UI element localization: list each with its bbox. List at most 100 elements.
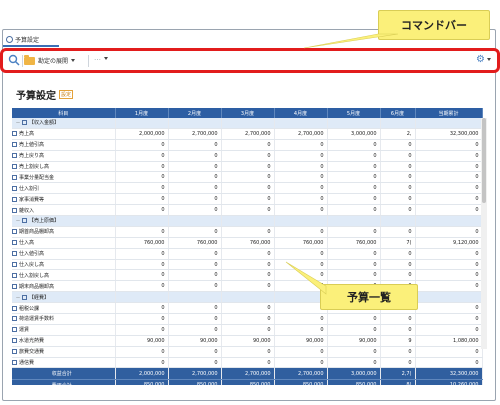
amount-cell[interactable]: 0 xyxy=(221,193,275,206)
amount-cell[interactable] xyxy=(380,118,416,129)
amount-cell[interactable] xyxy=(415,215,483,227)
amount-cell[interactable] xyxy=(115,118,169,129)
table-row[interactable]: 旅費交通費 0 0 0 0 0 0 0 xyxy=(12,346,483,358)
table-row[interactable]: 売上高 2,000,000 2,700,000 2,700,000 2,700,000 3… xyxy=(12,128,483,140)
amount-cell[interactable]: 0 xyxy=(115,161,169,173)
amount-cell[interactable]: 0 xyxy=(221,171,275,184)
amount-cell[interactable] xyxy=(168,118,222,129)
amount-cell[interactable]: 0 xyxy=(327,204,381,217)
amount-cell[interactable]: 0 xyxy=(221,248,275,260)
amount-cell[interactable]: 0 xyxy=(115,259,169,271)
amount-cell[interactable]: 0 xyxy=(274,161,328,173)
amount-cell[interactable]: 0 xyxy=(274,324,328,336)
amount-cell[interactable]: 0 xyxy=(415,226,483,238)
amount-cell[interactable] xyxy=(168,215,222,227)
amount-cell[interactable]: 0 xyxy=(327,346,381,358)
amount-cell[interactable]: 0 xyxy=(221,302,275,315)
amount-cell[interactable]: 0 xyxy=(115,204,169,217)
amount-cell[interactable]: 0 xyxy=(274,139,328,151)
amount-cell[interactable]: 0 xyxy=(380,204,416,217)
checkbox[interactable] xyxy=(22,120,27,126)
amount-cell[interactable]: 0 xyxy=(380,161,416,173)
amount-cell[interactable]: 0 xyxy=(274,204,328,217)
amount-cell[interactable] xyxy=(221,118,275,129)
amount-cell[interactable]: 0 xyxy=(274,171,328,184)
amount-cell[interactable]: 0 xyxy=(327,248,381,260)
amount-cell[interactable]: 0 xyxy=(274,346,328,358)
amount-cell[interactable] xyxy=(168,291,222,304)
amount-cell[interactable]: 2,700,000 xyxy=(274,128,328,140)
table-row[interactable]: 売上割戻し高 0 0 0 0 0 0 0 xyxy=(12,161,483,173)
amount-cell[interactable]: 0 xyxy=(380,171,416,184)
more-menu[interactable]: … xyxy=(94,54,108,62)
amount-cell[interactable]: 0 xyxy=(168,248,222,260)
checkbox[interactable] xyxy=(12,251,17,257)
amount-cell[interactable]: 0 xyxy=(415,139,483,151)
amount-cell[interactable]: 7( xyxy=(380,237,416,249)
amount-cell[interactable]: 0 xyxy=(327,150,381,162)
checkbox[interactable] xyxy=(12,207,17,213)
amount-cell[interactable]: 0 xyxy=(415,269,483,282)
amount-cell[interactable]: 760,000 xyxy=(327,237,381,249)
amount-cell[interactable]: 0 xyxy=(327,182,381,195)
amount-cell[interactable]: 0 xyxy=(115,226,169,238)
column-header[interactable]: 科目 xyxy=(12,108,116,118)
table-group-row[interactable]: — 【売上原価】 xyxy=(12,215,483,227)
amount-cell[interactable]: 0 xyxy=(221,259,275,271)
amount-cell[interactable]: 0 xyxy=(115,357,169,369)
amount-cell[interactable]: 0 xyxy=(115,324,169,336)
checkbox[interactable] xyxy=(12,327,17,333)
amount-cell[interactable]: 0 xyxy=(168,204,222,217)
amount-cell[interactable] xyxy=(415,118,483,129)
checkbox[interactable] xyxy=(12,360,17,366)
amount-cell[interactable]: 760,000 xyxy=(115,237,169,249)
amount-cell[interactable]: 0 xyxy=(115,313,169,325)
amount-cell[interactable]: 0 xyxy=(327,193,381,206)
checkbox[interactable] xyxy=(12,229,17,235)
amount-cell[interactable]: 0 xyxy=(168,313,222,325)
amount-cell[interactable]: 0 xyxy=(327,269,381,282)
column-header[interactable]: 4月度 xyxy=(274,108,328,118)
amount-cell[interactable]: 0 xyxy=(327,357,381,369)
amount-cell[interactable]: 90,000 xyxy=(274,335,328,347)
checkbox[interactable] xyxy=(12,164,17,169)
amount-cell[interactable]: 760,000 xyxy=(274,237,328,249)
amount-cell[interactable]: 760,000 xyxy=(221,237,275,249)
amount-cell[interactable]: 0 xyxy=(380,259,416,271)
amount-cell[interactable]: 0 xyxy=(221,139,275,151)
account-expand-dropdown[interactable]: 勘定の展開 xyxy=(24,54,76,67)
amount-cell[interactable]: 0 xyxy=(115,171,169,184)
checkbox[interactable] xyxy=(12,240,17,246)
vertical-scrollbar[interactable] xyxy=(481,118,487,349)
amount-cell[interactable]: 90,000 xyxy=(115,335,169,347)
column-header[interactable]: 1月度 xyxy=(115,108,169,118)
amount-cell[interactable]: 0 xyxy=(168,280,222,293)
amount-cell[interactable]: 0 xyxy=(327,313,381,325)
amount-cell[interactable]: 0 xyxy=(115,182,169,195)
amount-cell[interactable]: 0 xyxy=(168,357,222,369)
amount-cell[interactable]: 0 xyxy=(380,226,416,238)
amount-cell[interactable]: 0 xyxy=(221,269,275,282)
table-row[interactable]: 通信費 0 0 0 0 0 0 0 xyxy=(12,357,483,369)
amount-cell[interactable]: 0 xyxy=(221,346,275,358)
amount-cell[interactable]: 0 xyxy=(380,269,416,282)
amount-cell[interactable] xyxy=(327,215,381,227)
table-row[interactable]: 事業分量配当金 0 0 0 0 0 0 0 xyxy=(12,171,483,184)
amount-cell[interactable]: 0 xyxy=(415,161,483,173)
amount-cell[interactable]: 0 xyxy=(221,161,275,173)
amount-cell[interactable]: 0 xyxy=(274,226,328,238)
amount-cell[interactable]: 0 xyxy=(221,324,275,336)
checkbox[interactable] xyxy=(22,294,27,300)
checkbox[interactable] xyxy=(12,174,17,180)
column-header[interactable]: 当期累計 xyxy=(415,108,483,118)
amount-cell[interactable]: 0 xyxy=(327,139,381,151)
table-row[interactable]: 雑収入 0 0 0 0 0 0 0 xyxy=(12,204,483,217)
amount-cell[interactable]: 0 xyxy=(415,150,483,162)
amount-cell[interactable]: 0 xyxy=(115,193,169,206)
amount-cell[interactable]: 0 xyxy=(115,269,169,282)
amount-cell[interactable]: 0 xyxy=(168,324,222,336)
amount-cell[interactable]: 0 xyxy=(415,171,483,184)
amount-cell[interactable]: 0 xyxy=(327,226,381,238)
tab-budget-settings[interactable]: 予算設定 xyxy=(3,33,59,47)
column-header[interactable]: 6月度 xyxy=(380,108,416,118)
